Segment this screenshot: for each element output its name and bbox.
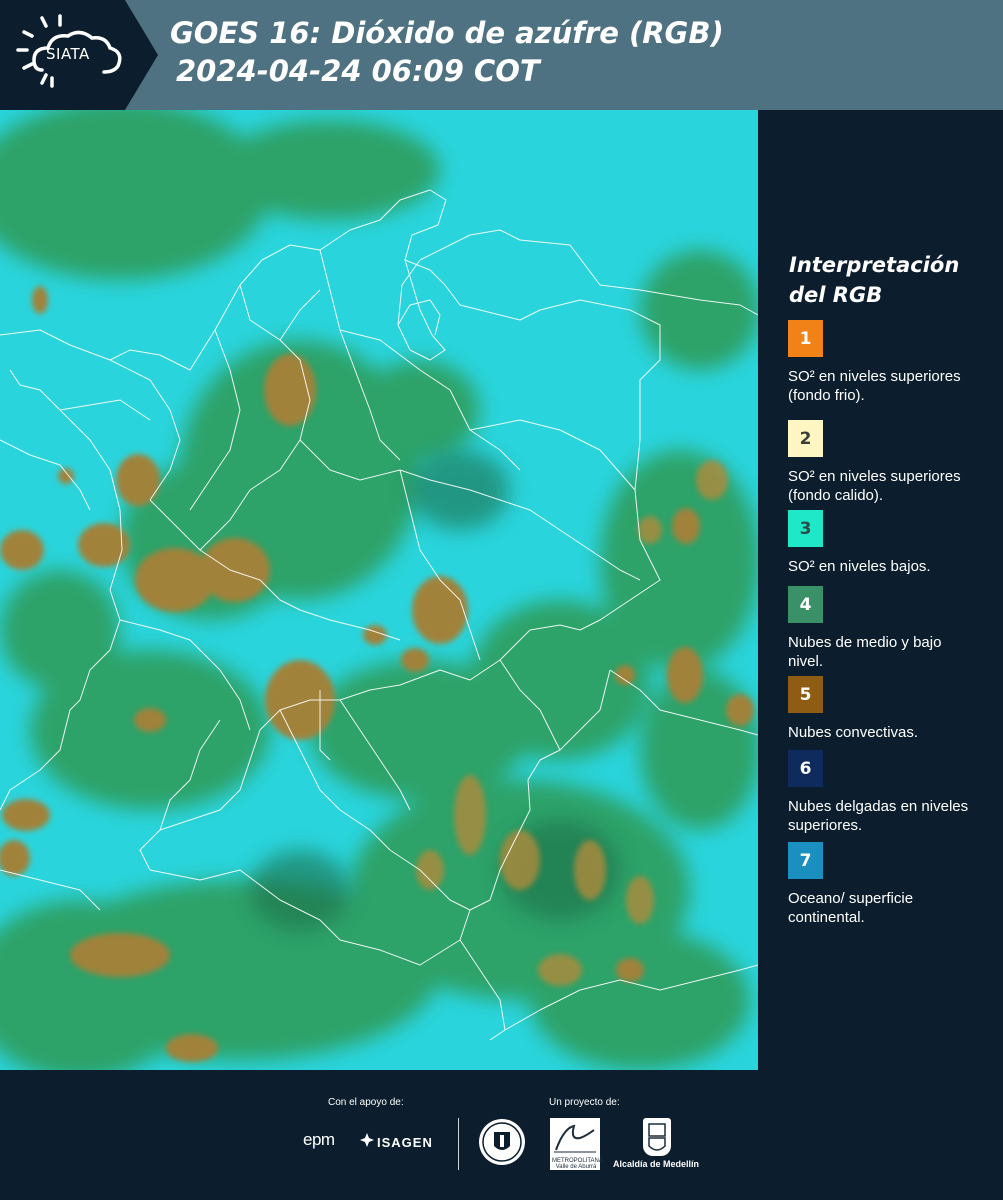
- page-title: GOES 16: Dióxido de azúfre (RGB) 2024-04…: [170, 14, 724, 90]
- legend-item-4: 4 Nubes de medio y bajo nivel.: [788, 586, 998, 671]
- title-line-1: GOES 16: Dióxido de azúfre (RGB): [170, 16, 724, 50]
- legend-item-6: 6 Nubes delgadas en niveles superiores.: [788, 750, 998, 835]
- legend-label: Nubes convectivas.: [788, 724, 919, 741]
- siata-logo[interactable]: SIATA: [0, 0, 158, 110]
- alcaldia-shield-icon: [648, 1123, 666, 1151]
- rgb-legend: Interpretación del RGB 1 SO² en niveles s…: [758, 110, 1003, 1070]
- support-label: Con el apoyo de:: [328, 1097, 404, 1108]
- legend-label: SO² en niveles superiores (fondo frio).: [788, 368, 961, 404]
- satellite-image: [0, 110, 758, 1070]
- legend-swatch: 5: [788, 676, 823, 713]
- legend-label: SO² en niveles bajos.: [788, 558, 931, 575]
- project-label: Un proyecto de:: [549, 1097, 620, 1108]
- legend-label: Oceano/ superficie continental.: [788, 890, 914, 926]
- legend-item-1: 1 SO² en niveles superiores (fondo frio).: [788, 320, 998, 405]
- satellite-map[interactable]: [0, 110, 758, 1070]
- legend-swatch: 7: [788, 842, 823, 879]
- isagen-text: ISAGEN: [377, 1135, 433, 1150]
- legend-title-line-2: del RGB: [789, 283, 883, 307]
- legend-swatch: 3: [788, 510, 823, 547]
- legend-swatch: 6: [788, 750, 823, 787]
- university-seal-icon[interactable]: [478, 1118, 526, 1166]
- logo-text: SIATA: [46, 45, 90, 63]
- legend-swatch: 1: [788, 320, 823, 357]
- legend-swatch: 2: [788, 420, 823, 457]
- legend-item-7: 7 Oceano/ superficie continental.: [788, 842, 998, 927]
- legend-label: SO² en niveles superiores (fondo calido)…: [788, 468, 961, 504]
- legend-label: Nubes de medio y bajo nivel.: [788, 634, 942, 670]
- isagen-logo[interactable]: ISAGEN: [360, 1133, 433, 1150]
- legend-swatch: 4: [788, 586, 823, 623]
- legend-item-2: 2 SO² en niveles superiores (fondo calido…: [788, 420, 998, 505]
- legend-label: Nubes delgadas en niveles superiores.: [788, 798, 969, 834]
- legend-item-3: 3 SO² en niveles bajos.: [788, 510, 998, 576]
- header-bar: SIATA GOES 16: Dióxido de azúfre (RGB) 2…: [0, 0, 1003, 110]
- alcaldia-label: Alcaldía de Medellín: [613, 1159, 700, 1169]
- legend-item-5: 5 Nubes convectivas.: [788, 676, 998, 742]
- isagen-icon: [360, 1133, 374, 1147]
- footer: Con el apoyo de: epm ISAGEN Un proyecto …: [0, 1070, 1003, 1200]
- footer-divider: [458, 1118, 459, 1170]
- area-metropolitana-text: METROPOLITANA Valle de Aburrá: [552, 1158, 603, 1170]
- epm-logo[interactable]: epm: [303, 1130, 335, 1150]
- legend-title: Interpretación del RGB: [789, 250, 959, 310]
- legend-title-line-1: Interpretación: [789, 253, 960, 277]
- title-line-2: 2024-04-24 06:09 COT: [176, 54, 540, 88]
- alcaldia-emblem-icon[interactable]: [643, 1118, 671, 1156]
- area-script-icon: [554, 1124, 596, 1153]
